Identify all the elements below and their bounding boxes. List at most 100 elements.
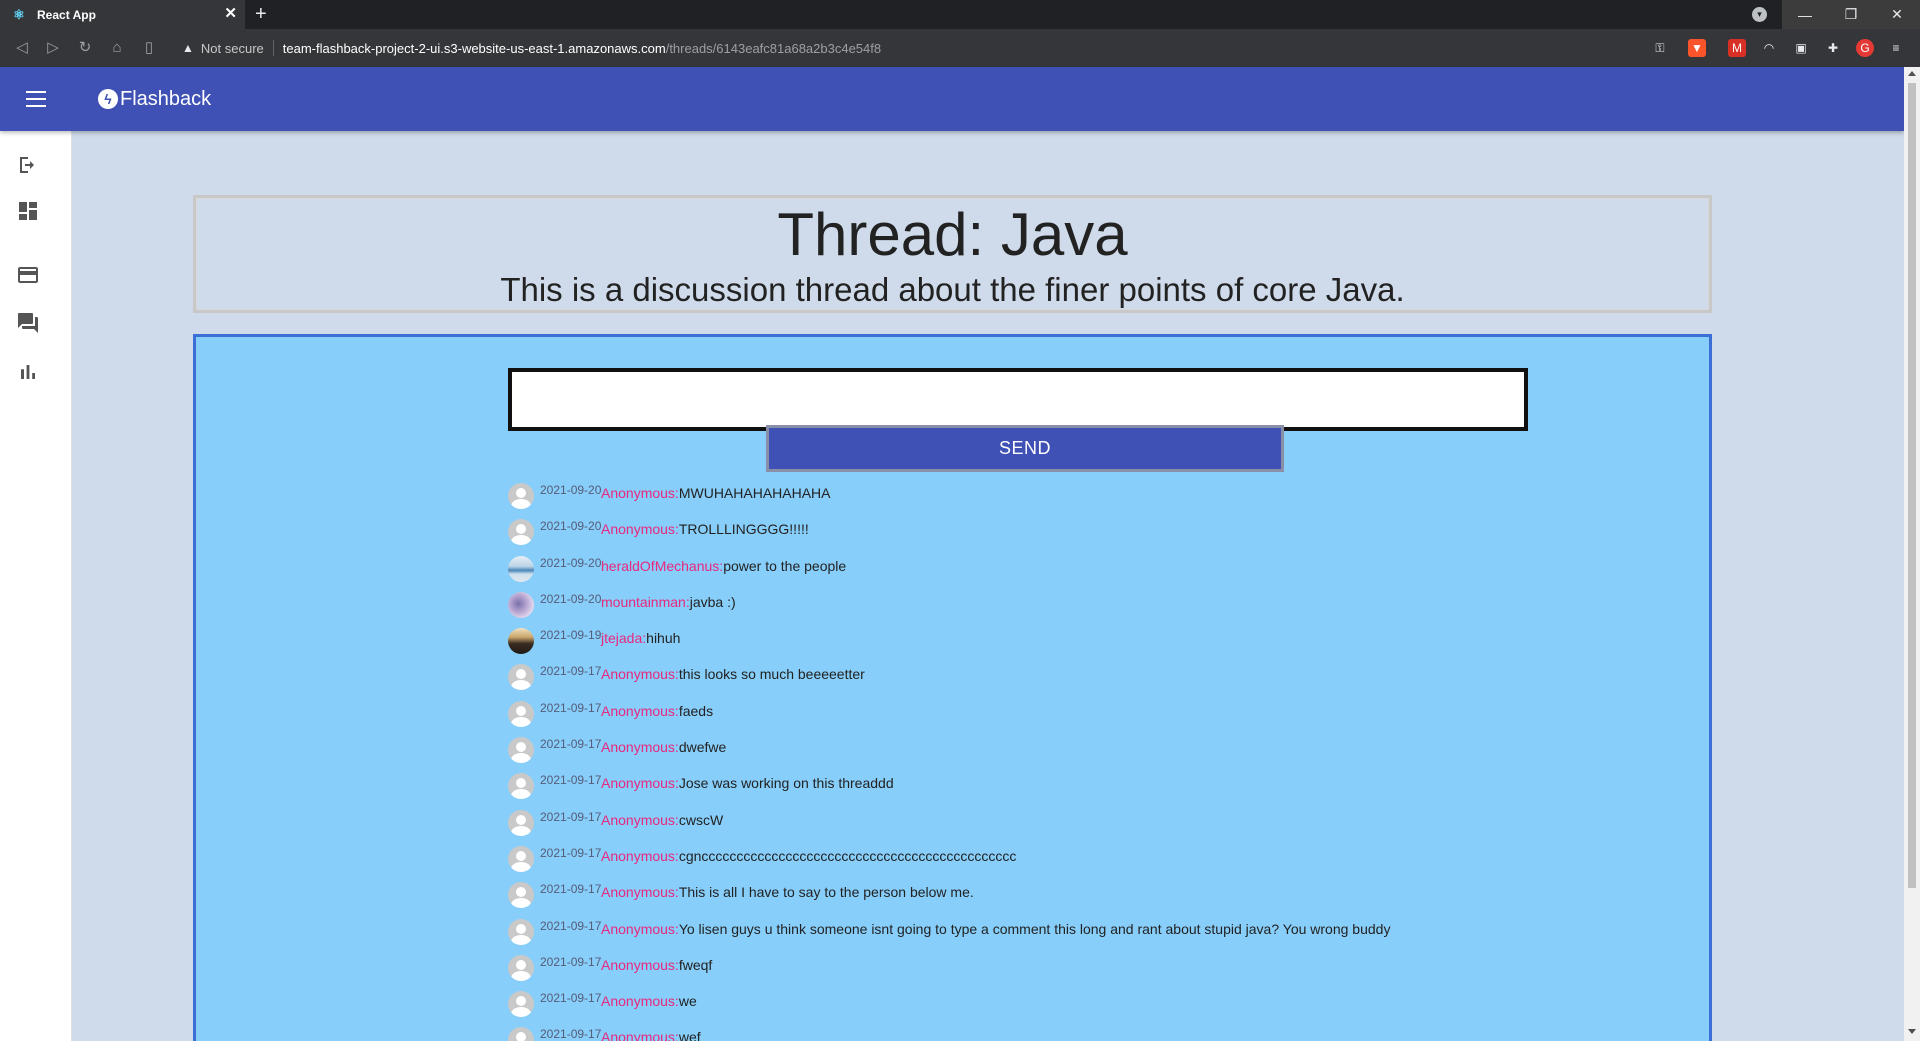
default-avatar-icon (508, 954, 534, 981)
reload-icon[interactable]: ↻ (75, 38, 95, 58)
message-username[interactable]: heraldOfMechanus: (601, 558, 723, 574)
extensions-puzzle-icon[interactable]: ✚ (1824, 39, 1842, 57)
restore-icon[interactable]: ❐ (1828, 0, 1874, 29)
url-path: /threads/6143eafc81a68a2b3c4e54f8 (665, 40, 882, 56)
address-bar[interactable]: ▲ Not secure team-flashback-project-2-ui… (170, 33, 1650, 63)
close-tab-icon[interactable]: ✕ (224, 6, 237, 21)
browser-tab[interactable]: ⚛ React App ✕ (0, 0, 245, 29)
thread-header: Thread: Java This is a discussion thread… (193, 195, 1712, 313)
message-list: 2021-09-20 Anonymous:MWUHAHAHAHAHAHA 2021-… (508, 483, 1658, 1041)
message-date: 2021-09-17 (540, 882, 602, 897)
message-username[interactable]: Anonymous: (601, 775, 679, 791)
message-text: Jose was working on this threaddd (678, 775, 894, 792)
message-item: 2021-09-17 Anonymous:cwscW (508, 809, 1658, 846)
send-button[interactable]: SEND (766, 425, 1284, 472)
main-content: Thread: Java This is a discussion thread… (72, 131, 1904, 1041)
message-body: Anonymous:TROLLLINGGGG!!!!! (601, 521, 809, 537)
user-avatar (508, 591, 534, 618)
message-date: 2021-09-17 (540, 954, 602, 969)
message-body: Anonymous:this looks so much beeeeetter (601, 666, 865, 682)
minimize-icon[interactable]: — (1782, 0, 1828, 29)
message-body: Anonymous:faeds (601, 703, 713, 719)
message-username[interactable]: Anonymous: (601, 884, 679, 900)
thread-description: This is a discussion thread about the fi… (500, 271, 1405, 308)
message-username[interactable]: Anonymous: (601, 521, 679, 537)
scroll-up-icon[interactable] (1908, 71, 1916, 76)
message-date: 2021-09-17 (540, 918, 602, 933)
tab-title: React App (37, 7, 96, 22)
extension-window-icon[interactable]: ▣ (1792, 39, 1810, 57)
brand[interactable]: ϟ Flashback (98, 87, 211, 111)
message-item: 2021-09-17 Anonymous:dwefwe (508, 737, 1658, 773)
scrollbar-thumb[interactable] (1908, 83, 1916, 888)
message-date: 2021-09-17 (540, 1027, 602, 1041)
message-text: cgnccccccccccccccccccccccccccccccccccccc… (678, 847, 1017, 864)
gmail-icon[interactable]: M (1728, 39, 1746, 57)
dashboard-icon[interactable] (16, 199, 40, 223)
message-body: Anonymous:This is all I have to say to t… (601, 884, 974, 900)
warning-icon: ▲ (182, 41, 194, 55)
message-username[interactable]: Anonymous: (601, 666, 679, 682)
message-date: 2021-09-17 (540, 991, 602, 1006)
message-username[interactable]: Anonymous: (601, 739, 679, 755)
message-input[interactable] (508, 368, 1528, 431)
message-username[interactable]: Anonymous: (601, 957, 679, 973)
menu-icon[interactable]: ≡ (1887, 39, 1905, 57)
brand-name: Flashback (120, 87, 212, 110)
message-username[interactable]: Anonymous: (601, 921, 679, 937)
default-avatar-icon (508, 519, 534, 546)
message-username[interactable]: Anonymous: (601, 485, 679, 501)
default-avatar-icon (508, 700, 534, 727)
message-username[interactable]: Anonymous: (601, 812, 679, 828)
card-icon[interactable] (16, 263, 40, 287)
message-username[interactable]: mountainman: (601, 594, 690, 610)
extension-arc-icon[interactable]: ◠ (1760, 39, 1778, 57)
message-body: Anonymous:dwefwe (601, 739, 726, 755)
message-username[interactable]: Anonymous: (601, 848, 679, 864)
app-bar: ϟ Flashback (0, 67, 1904, 131)
bar-chart-icon[interactable] (16, 360, 40, 384)
tab-search-icon[interactable]: ▾ (1752, 7, 1767, 22)
message-item: 2021-09-17 Anonymous:Jose was working on … (508, 773, 1658, 809)
message-username[interactable]: Anonymous: (601, 993, 679, 1009)
brave-shield-icon[interactable]: ▼ (1688, 39, 1706, 57)
message-text: Yo lisen guys u think someone isnt going… (678, 920, 1391, 937)
message-item: 2021-09-17 Anonymous:faeds (508, 700, 1658, 737)
logout-icon[interactable] (16, 153, 40, 177)
default-avatar-icon (508, 773, 534, 800)
home-icon[interactable]: ⌂ (107, 38, 127, 58)
message-item: 2021-09-20 Anonymous:MWUHAHAHAHAHAHA (508, 483, 1658, 519)
forum-icon[interactable] (16, 311, 40, 335)
message-text: cwscW (678, 811, 724, 828)
forward-icon[interactable]: ▷ (43, 38, 63, 58)
key-icon[interactable]: ⚿ (1651, 39, 1669, 57)
default-avatar-icon (508, 809, 534, 836)
new-tab-icon[interactable]: + (255, 4, 267, 24)
sidebar (0, 131, 72, 1041)
message-date: 2021-09-19 (540, 628, 602, 643)
message-username[interactable]: Anonymous: (601, 1029, 679, 1041)
message-date: 2021-09-17 (540, 845, 602, 860)
message-body: Anonymous:Jose was working on this threa… (601, 775, 894, 791)
close-window-icon[interactable]: ✕ (1874, 0, 1920, 29)
default-avatar-icon (508, 1027, 534, 1041)
message-body: jtejada:hihuh (601, 630, 680, 646)
profile-avatar-icon[interactable]: G (1856, 39, 1874, 57)
message-text: TROLLLINGGGG!!!!! (678, 521, 809, 538)
back-icon[interactable]: ◁ (12, 38, 32, 58)
hamburger-menu-icon[interactable] (26, 91, 46, 107)
message-body: Anonymous:cwscW (601, 812, 723, 828)
bookmark-icon[interactable]: ▯ (139, 38, 159, 58)
message-username[interactable]: jtejada: (601, 630, 646, 646)
message-item: 2021-09-17 Anonymous:cgnccccccccccccccccc… (508, 845, 1658, 882)
message-text: javba :) (689, 593, 736, 610)
message-date: 2021-09-17 (540, 700, 602, 715)
default-avatar-icon (508, 664, 534, 691)
message-text: faeds (678, 702, 714, 719)
message-username[interactable]: Anonymous: (601, 703, 679, 719)
message-date: 2021-09-17 (540, 737, 602, 752)
page-scrollbar[interactable] (1904, 67, 1920, 1041)
message-body: Anonymous:fweqf (601, 957, 712, 973)
scroll-down-icon[interactable] (1908, 1029, 1916, 1034)
message-item: 2021-09-17 Anonymous:fweqf (508, 954, 1658, 991)
